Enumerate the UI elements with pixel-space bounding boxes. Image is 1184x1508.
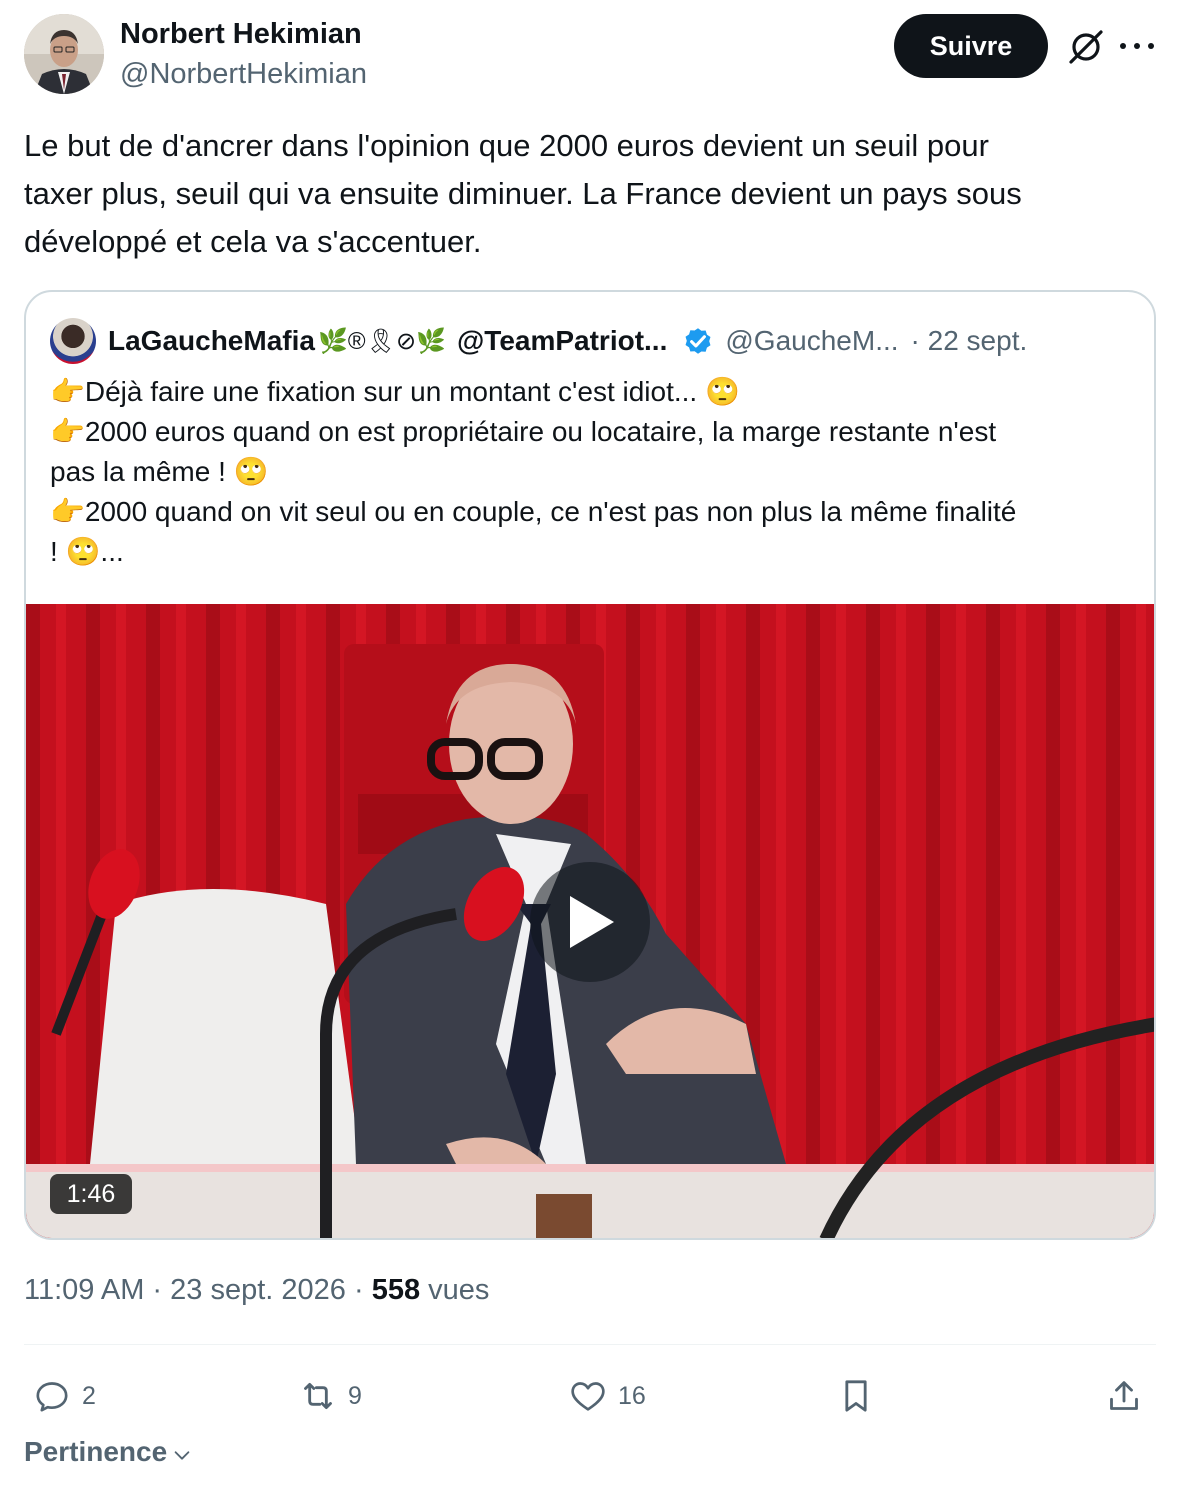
grok-icon[interactable]: [1066, 27, 1106, 67]
action-bar: 2 9 16: [24, 1366, 1156, 1426]
repost-count: 9: [348, 1381, 362, 1410]
tweet-text: Le but de d'ancrer dans l'opinion que 20…: [24, 122, 1160, 266]
follow-button[interactable]: Suivre: [894, 14, 1048, 78]
author-avatar[interactable]: [24, 14, 104, 94]
quoted-text-line: ! 🙄...: [50, 536, 124, 567]
sort-label: Pertinence: [24, 1436, 168, 1467]
verified-icon: [685, 328, 711, 354]
sort-dropdown[interactable]: Pertinence: [24, 1436, 193, 1468]
chevron-down-icon: [174, 1451, 190, 1460]
like-icon: [571, 1382, 605, 1411]
quoted-author-handle[interactable]: @GaucheM...: [725, 325, 898, 357]
tweet-header: Norbert Hekimian @NorbertHekimian Suivre: [24, 14, 1160, 94]
tweet-meta: 11:09 AM · 23 sept. 2026 · 558 vues: [24, 1274, 489, 1307]
share-icon: [1110, 1381, 1138, 1410]
quoted-text-line: 👉2000 euros quand on est propriétaire ou…: [50, 416, 997, 447]
like-count: 16: [618, 1381, 646, 1410]
tweet-text-line: taxer plus, seuil qui va ensuite diminue…: [24, 176, 1022, 211]
author-handle[interactable]: @NorbertHekimian: [120, 58, 367, 91]
more-icon[interactable]: [1120, 34, 1154, 58]
quoted-author-avatar[interactable]: [50, 318, 96, 364]
bookmark-button[interactable]: [836, 1372, 876, 1420]
quoted-text-line: pas la même ! 🙄: [50, 456, 269, 487]
divider: [24, 1344, 1156, 1345]
reply-button[interactable]: 2: [32, 1372, 96, 1420]
repost-button[interactable]: 9: [298, 1372, 362, 1420]
play-icon: [570, 896, 614, 948]
views-label: vues: [420, 1274, 490, 1306]
quoted-author-emojis: 🌿®🎗⊘🌿: [317, 327, 446, 355]
like-button[interactable]: 16: [568, 1372, 646, 1420]
video-duration: 1:46: [50, 1174, 132, 1214]
bookmark-icon: [845, 1380, 867, 1412]
quoted-text-line: 👉2000 quand on vit seul ou en couple, ce…: [50, 496, 1017, 527]
tweet-text-line: Le but de d'ancrer dans l'opinion que 20…: [24, 128, 989, 163]
quoted-tweet[interactable]: LaGaucheMafia 🌿®🎗⊘🌿 @TeamPatriot... @Gau…: [24, 290, 1156, 1240]
quoted-tweet-header: LaGaucheMafia 🌿®🎗⊘🌿 @TeamPatriot... @Gau…: [50, 318, 1140, 364]
quoted-author-team: @TeamPatriot...: [456, 325, 668, 356]
quoted-tweet-text: 👉Déjà faire une fixation sur un montant …: [50, 372, 1140, 572]
tweet-timestamp[interactable]: 11:09 AM · 23 sept. 2026 ·: [24, 1274, 372, 1306]
play-button[interactable]: [530, 862, 650, 982]
reply-count: 2: [82, 1381, 96, 1410]
tweet-text-line: développé et cela va s'accentuer.: [24, 224, 482, 259]
repost-icon: [304, 1382, 332, 1410]
author-name[interactable]: Norbert Hekimian: [120, 18, 362, 51]
reply-icon: [36, 1382, 68, 1412]
video-player[interactable]: 1:46: [26, 604, 1154, 1238]
quoted-author-name[interactable]: LaGaucheMafia: [108, 325, 315, 357]
quoted-text-line: 👉Déjà faire une fixation sur un montant …: [50, 376, 740, 407]
views-count: 558: [371, 1274, 421, 1306]
share-button[interactable]: [1104, 1372, 1144, 1420]
quoted-date[interactable]: · 22 sept.: [911, 325, 1028, 357]
